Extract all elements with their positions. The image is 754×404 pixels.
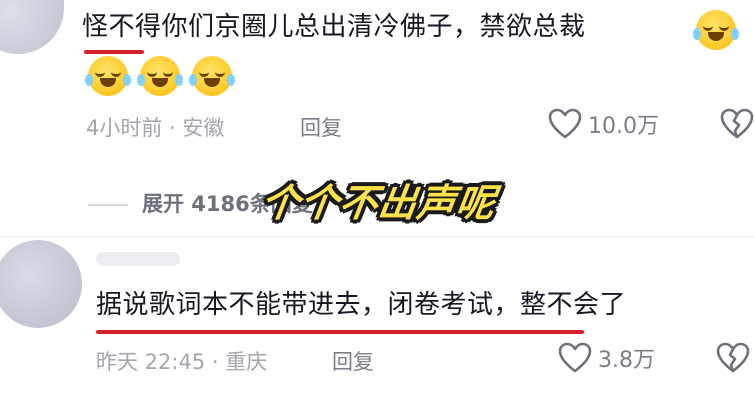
comment-text: 据说歌词本不能带进去，闭卷考试，整不会了 bbox=[96, 290, 627, 320]
comment-meta: 4小时前 · 安徽 bbox=[86, 116, 225, 140]
emoji-row bbox=[85, 56, 235, 96]
reply-button[interactable]: 回复 bbox=[332, 346, 374, 376]
laugh-cry-emoji-icon bbox=[189, 56, 235, 96]
dislike-button[interactable] bbox=[716, 342, 750, 378]
overlay-caption: 个个不出声呢 bbox=[258, 181, 499, 225]
laugh-cry-emoji-icon bbox=[85, 56, 131, 96]
like-button[interactable]: 3.8万 bbox=[558, 342, 655, 374]
broken-heart-icon bbox=[720, 108, 754, 139]
comment-meta: 昨天 22:45 · 重庆 bbox=[96, 350, 268, 374]
laugh-cry-emoji-icon bbox=[137, 56, 183, 96]
highlight-underline bbox=[96, 330, 584, 334]
broken-heart-icon bbox=[716, 342, 750, 373]
like-count: 10.0万 bbox=[588, 114, 659, 139]
avatar[interactable] bbox=[0, 0, 64, 54]
reply-button[interactable]: 回复 bbox=[300, 112, 342, 142]
comment-section: 怪不得你们京圈儿总出清冷佛子，禁欲总裁 4小时前 · 安徽 回复 10.0万 展… bbox=[0, 0, 754, 404]
expand-divider bbox=[88, 204, 128, 206]
like-button[interactable]: 10.0万 bbox=[548, 108, 659, 140]
laugh-cry-emoji-icon bbox=[693, 10, 739, 50]
like-count: 3.8万 bbox=[598, 348, 655, 373]
username-blurred[interactable] bbox=[96, 252, 180, 266]
highlight-underline bbox=[84, 50, 144, 54]
divider bbox=[0, 236, 754, 237]
dislike-button[interactable] bbox=[720, 108, 754, 144]
heart-outline-icon bbox=[548, 108, 582, 139]
avatar[interactable] bbox=[0, 240, 82, 328]
comment-text: 怪不得你们京圈儿总出清冷佛子，禁欲总裁 bbox=[82, 12, 586, 42]
heart-outline-icon bbox=[558, 342, 592, 373]
